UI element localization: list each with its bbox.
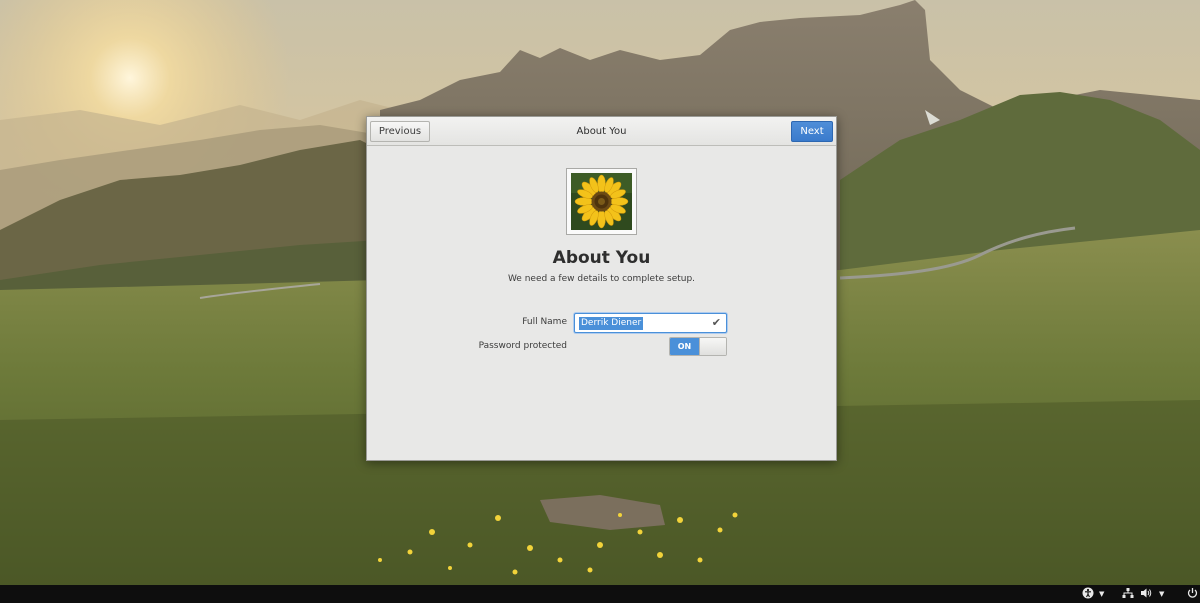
full-name-input[interactable]: Derrik Diener ✔ [574, 313, 727, 333]
chevron-down-icon[interactable]: ▼ [1099, 587, 1104, 601]
dialog-title: About You [576, 126, 627, 137]
network-icon[interactable] [1122, 587, 1134, 601]
sunflower-avatar-image [571, 173, 632, 230]
volume-icon[interactable] [1140, 587, 1152, 601]
setup-dialog: About You Previous Next About You We nee… [366, 116, 837, 461]
avatar-button[interactable] [566, 168, 637, 235]
page-subtitle: We need a few details to complete setup. [507, 274, 696, 284]
checkmark-icon: ✔ [711, 316, 721, 329]
switch-on-label: ON [670, 338, 699, 355]
system-panel: ▼ ▼ [0, 585, 1200, 603]
dialog-headerbar: About You Previous Next [367, 117, 836, 146]
previous-button[interactable]: Previous [370, 121, 430, 142]
switch-knob[interactable] [699, 338, 726, 355]
page-title: About You [552, 248, 651, 268]
chevron-down-icon[interactable]: ▼ [1159, 587, 1164, 601]
full-name-value: Derrik Diener [579, 317, 644, 330]
accessibility-icon[interactable] [1082, 587, 1094, 601]
power-icon[interactable] [1187, 587, 1198, 601]
next-button[interactable]: Next [791, 121, 833, 142]
password-protected-label: Password protected [478, 341, 567, 351]
full-name-label: Full Name [522, 317, 567, 327]
password-protected-switch[interactable]: ON [669, 337, 727, 356]
